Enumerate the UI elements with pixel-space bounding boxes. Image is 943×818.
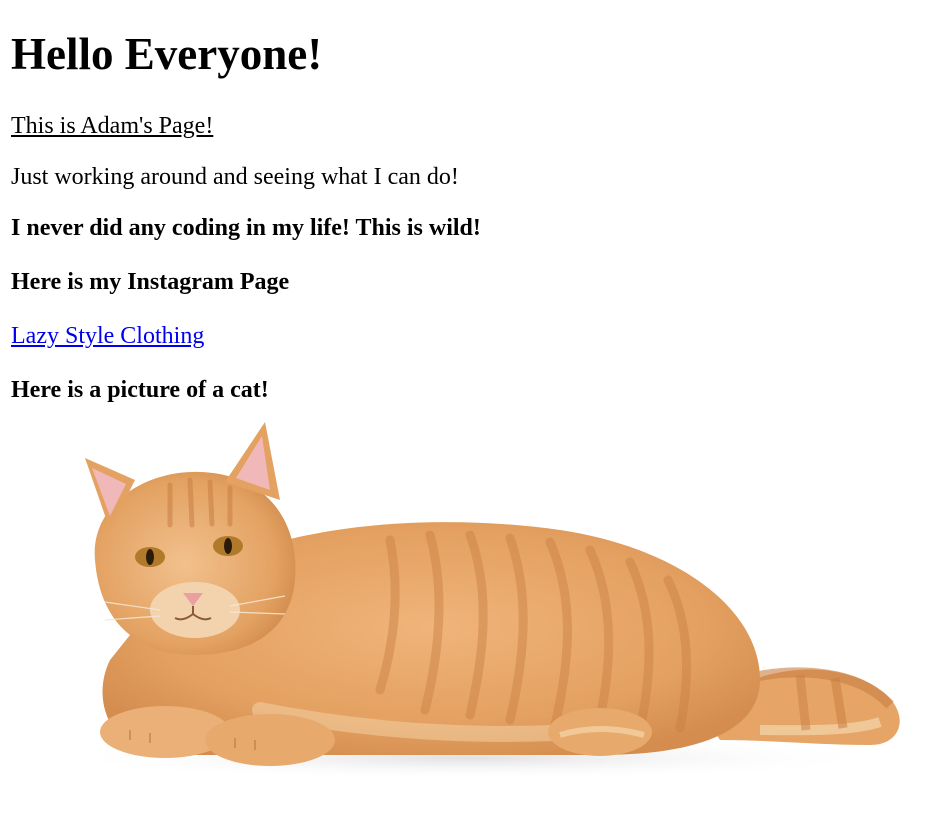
coding-statement: I never did any coding in my life! This … <box>11 215 481 241</box>
instagram-heading: Here is my Instagram Page <box>11 269 290 295</box>
page-content: Hello Everyone! This is Adam's Page! Jus… <box>0 0 943 403</box>
instagram-link[interactable]: Lazy Style Clothing <box>11 322 204 350</box>
cat-illustration <box>50 422 900 780</box>
intro-text: Just working around and seeing what I ca… <box>11 164 459 190</box>
cat-image <box>0 410 943 818</box>
page-title: Hello Everyone! <box>11 29 323 79</box>
intro-underlined-text: This is Adam's Page! <box>11 113 214 139</box>
cat-picture-heading: Here is a picture of a cat! <box>11 377 269 403</box>
